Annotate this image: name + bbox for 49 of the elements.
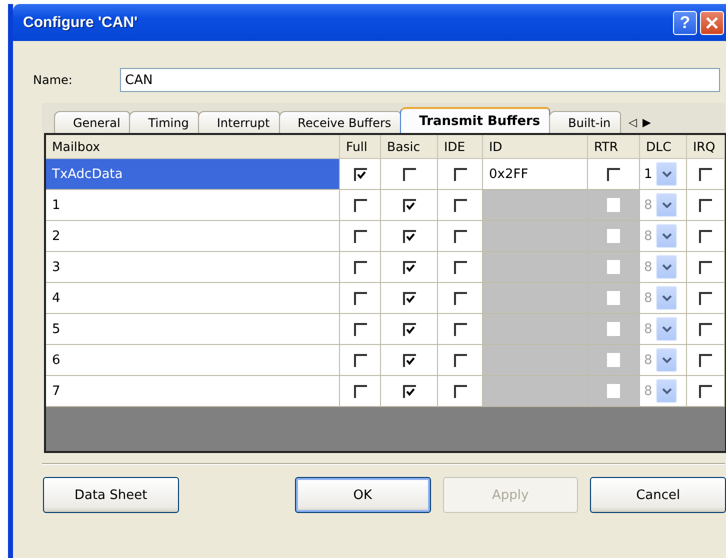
dialog-button[interactable]: Data Sheet	[43, 477, 179, 513]
chevron-down-icon	[662, 202, 672, 208]
dialog-button[interactable]: OK	[294, 477, 430, 513]
dlc-value: 8	[644, 198, 653, 212]
checkbox[interactable]	[454, 168, 466, 180]
scroll-right-button[interactable]: ▶	[640, 116, 654, 129]
help-button[interactable]: ?	[673, 10, 697, 34]
tab[interactable]: Timing	[129, 111, 199, 133]
chevron-down-icon	[662, 264, 672, 270]
chevron-down-icon	[662, 356, 672, 364]
window-title: Configure 'CAN'	[23, 14, 138, 31]
dlc-value: 8	[644, 322, 653, 336]
dlc-value: 8	[644, 260, 653, 274]
chevron-down-icon	[662, 170, 672, 178]
chevron-down-icon	[662, 294, 672, 302]
dlc-value: 8	[644, 352, 653, 368]
checkbox[interactable]	[402, 168, 416, 180]
close-icon	[705, 16, 719, 30]
checkbox[interactable]	[607, 168, 620, 180]
table-cell[interactable]: TxAdcData	[46, 159, 340, 190]
chevron-down-icon	[662, 232, 672, 240]
dlc-value: 8	[644, 228, 653, 244]
column-header[interactable]: Mailbox	[46, 135, 340, 159]
column-header[interactable]: Full	[340, 135, 381, 159]
column-header[interactable]: ID	[483, 135, 588, 159]
checkbox[interactable]	[354, 168, 366, 180]
dlc-value: 8	[644, 290, 653, 306]
table-cell[interactable]: 0x2FF	[483, 159, 588, 190]
column-header[interactable]: DLC	[640, 135, 687, 159]
tab[interactable]: General	[54, 111, 130, 133]
checkbox[interactable]	[699, 168, 712, 180]
column-header[interactable]: Basic	[381, 135, 438, 159]
name-label: Name:	[33, 73, 74, 87]
name-field[interactable]: CAN	[120, 68, 720, 92]
chevron-down-icon	[662, 388, 672, 394]
tab[interactable]: Built-in	[549, 111, 621, 133]
dlc-value: 1	[644, 166, 653, 182]
dlc-value: 8	[644, 384, 653, 398]
tab[interactable]: Transmit Buffers	[400, 107, 550, 133]
column-header[interactable]: IDE	[438, 135, 483, 159]
column-header[interactable]: RTR	[588, 135, 640, 159]
scroll-left-button[interactable]: ◁	[626, 116, 640, 129]
tab[interactable]: Interrupt	[198, 111, 280, 133]
dialog-button[interactable]: Cancel	[590, 477, 726, 513]
chevron-down-icon	[662, 326, 672, 332]
column-header[interactable]: IRQ	[687, 135, 725, 159]
dropdown-button[interactable]	[656, 162, 677, 186]
close-button[interactable]	[700, 10, 724, 34]
tab[interactable]: Receive Buffers	[278, 111, 402, 133]
